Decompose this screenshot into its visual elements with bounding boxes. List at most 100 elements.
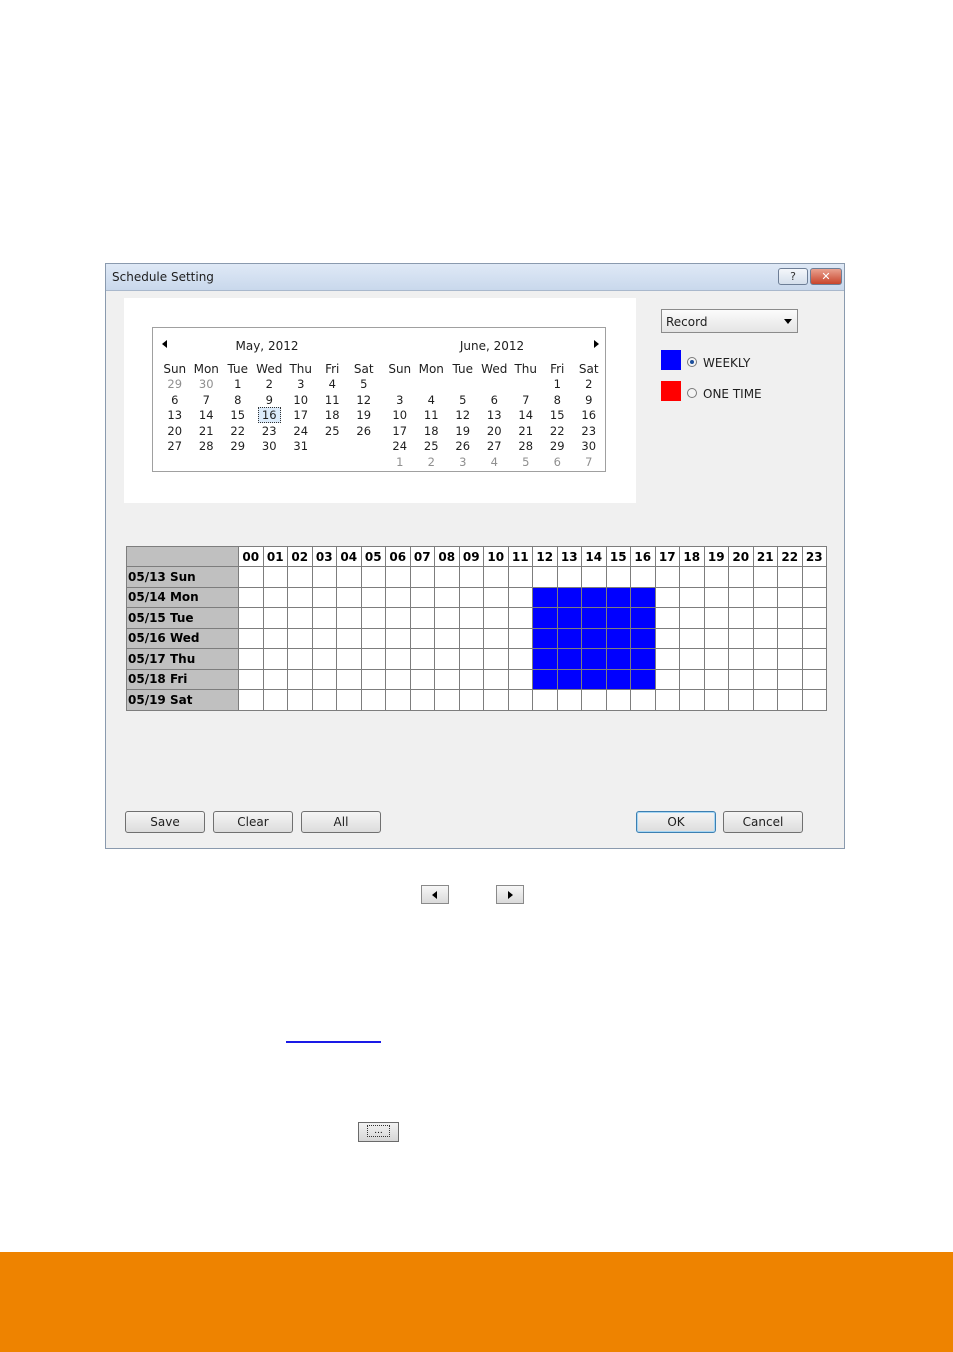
schedule-cell[interactable] <box>654 586 680 608</box>
right-arrow-button[interactable] <box>496 885 524 904</box>
calendar-day[interactable]: 18 <box>416 424 448 440</box>
calendar-day[interactable]: 4 <box>479 455 511 471</box>
schedule-cell[interactable] <box>679 607 705 629</box>
schedule-cell[interactable] <box>581 689 607 711</box>
calendar-day[interactable]: 4 <box>416 393 448 409</box>
hour-header[interactable]: 17 <box>654 546 680 567</box>
hour-header[interactable]: 02 <box>287 546 313 567</box>
hour-header[interactable]: 03 <box>311 546 337 567</box>
calendar-day[interactable]: 26 <box>447 439 479 455</box>
schedule-cell[interactable] <box>385 607 411 629</box>
calendar-day[interactable]: 9 <box>254 393 286 409</box>
schedule-cell-on[interactable] <box>605 586 631 608</box>
schedule-cell[interactable] <box>311 566 337 588</box>
schedule-cell[interactable] <box>336 689 362 711</box>
calendar-day[interactable]: 11 <box>416 408 448 424</box>
schedule-cell[interactable] <box>238 648 264 670</box>
calendar-day[interactable]: 28 <box>191 439 223 455</box>
schedule-cell[interactable] <box>532 689 558 711</box>
calendar-day[interactable]: 12 <box>348 393 380 409</box>
schedule-cell[interactable] <box>507 607 533 629</box>
schedule-cell[interactable] <box>311 648 337 670</box>
schedule-cell[interactable] <box>287 586 313 608</box>
schedule-cell[interactable] <box>238 566 264 588</box>
schedule-cell-on[interactable] <box>556 607 582 629</box>
cancel-button[interactable]: Cancel <box>723 811 803 833</box>
calendar-day[interactable]: 1 <box>384 455 416 471</box>
schedule-cell[interactable] <box>507 586 533 608</box>
schedule-cell[interactable] <box>483 566 509 588</box>
schedule-cell[interactable] <box>434 566 460 588</box>
schedule-cell[interactable] <box>336 566 362 588</box>
hour-header[interactable]: 01 <box>262 546 288 567</box>
schedule-cell[interactable] <box>238 668 264 690</box>
schedule-cell[interactable] <box>703 566 729 588</box>
hour-header[interactable]: 22 <box>777 546 803 567</box>
schedule-cell[interactable] <box>385 627 411 649</box>
schedule-cell[interactable] <box>360 627 386 649</box>
schedule-cell[interactable] <box>311 607 337 629</box>
hour-header[interactable]: 15 <box>605 546 631 567</box>
calendar-day[interactable]: 6 <box>479 393 511 409</box>
schedule-cell[interactable] <box>458 607 484 629</box>
schedule-cell[interactable] <box>654 689 680 711</box>
schedule-cell[interactable] <box>360 607 386 629</box>
schedule-cell[interactable] <box>336 668 362 690</box>
schedule-cell[interactable] <box>458 648 484 670</box>
schedule-cell[interactable] <box>434 586 460 608</box>
calendar-day[interactable]: 22 <box>222 424 254 440</box>
calendar-day[interactable]: 3 <box>285 377 317 393</box>
schedule-cell[interactable] <box>654 566 680 588</box>
save-button[interactable]: Save <box>125 811 205 833</box>
schedule-cell[interactable] <box>287 627 313 649</box>
schedule-cell[interactable] <box>262 607 288 629</box>
hour-header[interactable]: 04 <box>336 546 362 567</box>
schedule-cell[interactable] <box>458 689 484 711</box>
schedule-cell[interactable] <box>630 689 656 711</box>
hour-header[interactable]: 19 <box>703 546 729 567</box>
schedule-cell[interactable] <box>336 648 362 670</box>
schedule-cell-on[interactable] <box>605 607 631 629</box>
schedule-cell[interactable] <box>605 689 631 711</box>
schedule-cell[interactable] <box>801 586 827 608</box>
schedule-cell[interactable] <box>801 668 827 690</box>
calendar-day[interactable]: 23 <box>573 424 605 440</box>
schedule-cell-on[interactable] <box>605 668 631 690</box>
schedule-cell[interactable] <box>728 566 754 588</box>
schedule-cell[interactable] <box>311 668 337 690</box>
schedule-cell-on[interactable] <box>556 586 582 608</box>
schedule-cell-on[interactable] <box>630 668 656 690</box>
schedule-cell[interactable] <box>409 607 435 629</box>
hour-header[interactable]: 12 <box>532 546 558 567</box>
calendar-day[interactable]: 8 <box>222 393 254 409</box>
schedule-cell-on[interactable] <box>532 648 558 670</box>
schedule-cell[interactable] <box>458 627 484 649</box>
schedule-cell[interactable] <box>679 689 705 711</box>
calendar-day[interactable]: 27 <box>159 439 191 455</box>
schedule-cell[interactable] <box>703 607 729 629</box>
schedule-cell[interactable] <box>581 566 607 588</box>
schedule-cell[interactable] <box>483 689 509 711</box>
schedule-cell[interactable] <box>262 627 288 649</box>
schedule-cell[interactable] <box>703 689 729 711</box>
schedule-cell[interactable] <box>728 586 754 608</box>
schedule-cell[interactable] <box>507 566 533 588</box>
calendar-day[interactable]: 7 <box>573 455 605 471</box>
schedule-cell[interactable] <box>801 627 827 649</box>
schedule-cell-on[interactable] <box>581 668 607 690</box>
day-row-label[interactable]: 05/13 Sun <box>126 566 239 588</box>
schedule-cell[interactable] <box>360 689 386 711</box>
schedule-cell[interactable] <box>556 566 582 588</box>
schedule-cell-on[interactable] <box>581 607 607 629</box>
schedule-cell-on[interactable] <box>532 627 558 649</box>
schedule-cell[interactable] <box>287 668 313 690</box>
hour-header[interactable]: 20 <box>728 546 754 567</box>
clear-button[interactable]: Clear <box>213 811 293 833</box>
left-arrow-button[interactable] <box>421 885 449 904</box>
schedule-cell[interactable] <box>336 627 362 649</box>
hour-header[interactable]: 07 <box>409 546 435 567</box>
schedule-cell-on[interactable] <box>605 627 631 649</box>
calendar-day[interactable]: 12 <box>447 408 479 424</box>
calendar-day[interactable]: 11 <box>317 393 349 409</box>
calendar-day[interactable]: 10 <box>384 408 416 424</box>
